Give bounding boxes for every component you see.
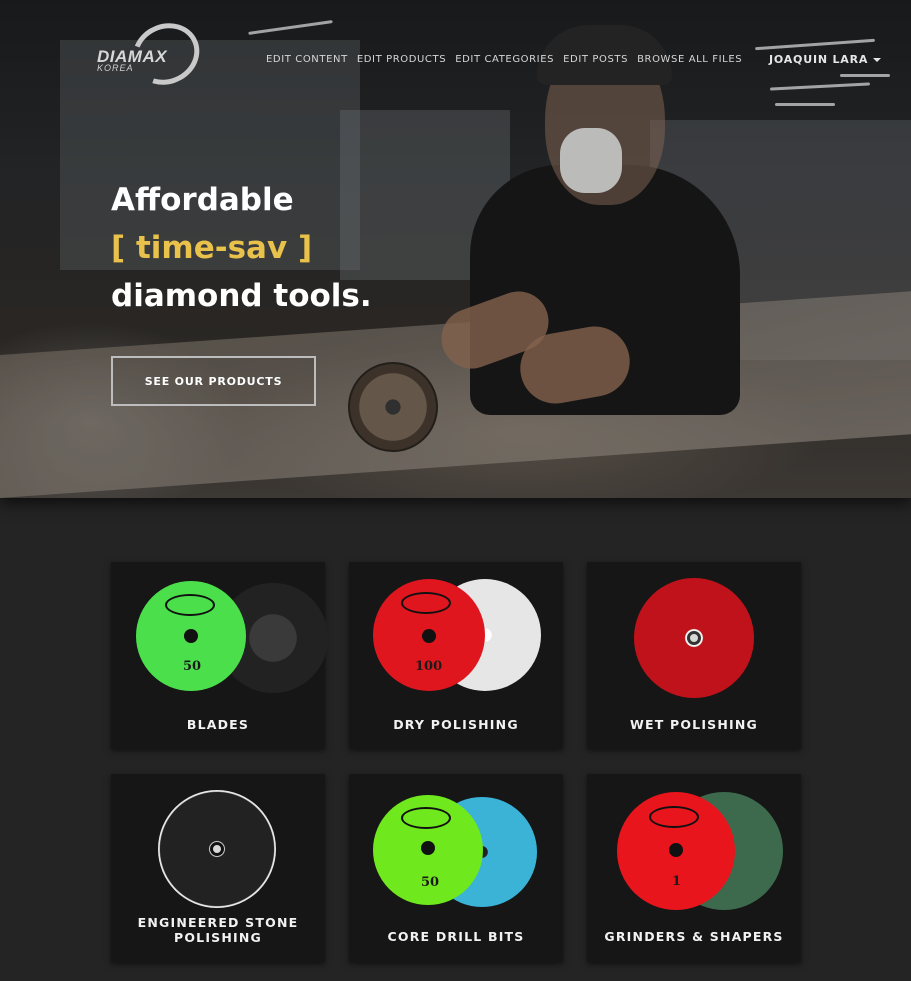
category-card-grinders-shapers[interactable]: 1 GRINDERS & SHAPERS bbox=[587, 774, 801, 962]
pad-hole-icon bbox=[421, 841, 435, 855]
category-label: GRINDERS & SHAPERS bbox=[604, 929, 784, 944]
user-name: JOAQUIN LARA bbox=[769, 53, 869, 66]
category-label: CORE DRILL BITS bbox=[387, 929, 525, 944]
category-label: ENGINEERED STONE POLISHING bbox=[111, 915, 325, 945]
brand-icon bbox=[649, 806, 699, 828]
category-card-core-drill-bits[interactable]: 50 CORE DRILL BITS bbox=[349, 774, 563, 962]
category-card-dry-polishing[interactable]: 100 DRY POLISHING bbox=[349, 562, 563, 749]
category-image: 1 bbox=[587, 788, 801, 918]
user-menu[interactable]: JOAQUIN LARA bbox=[769, 53, 882, 66]
category-card-engineered-stone-polishing[interactable]: ENGINEERED STONE POLISHING bbox=[111, 774, 325, 962]
category-image bbox=[111, 784, 325, 914]
category-label: WET POLISHING bbox=[629, 717, 759, 732]
category-image bbox=[587, 574, 801, 704]
logo-sub: KOREA bbox=[97, 63, 134, 73]
brand-icon bbox=[401, 807, 451, 829]
blade-hole-icon bbox=[210, 842, 224, 856]
brand-icon bbox=[165, 594, 215, 616]
nav-edit-content[interactable]: EDIT CONTENT bbox=[266, 54, 348, 65]
category-image: 50 bbox=[111, 576, 328, 706]
category-image: 100 bbox=[349, 576, 563, 706]
top-nav: EDIT CONTENT EDIT PRODUCTS EDIT CATEGORI… bbox=[266, 54, 751, 65]
see-our-products-button[interactable]: SEE OUR PRODUCTS bbox=[111, 356, 316, 406]
category-label: BLADES bbox=[186, 717, 250, 732]
hero-banner: DIAMAX KOREA EDIT CONTENT EDIT PRODUCTS … bbox=[0, 0, 911, 498]
category-label-line-1: ENGINEERED STONE bbox=[137, 915, 299, 930]
grit-label: 50 bbox=[421, 875, 440, 890]
blade-hole-icon bbox=[687, 631, 701, 645]
logo[interactable]: DIAMAX KOREA bbox=[97, 12, 210, 96]
category-label: DRY POLISHING bbox=[393, 717, 519, 732]
headline-line-2: [ time-sav ] bbox=[111, 230, 313, 266]
caret-down-icon bbox=[873, 58, 882, 62]
category-label-line-2: POLISHING bbox=[173, 930, 263, 945]
pad-hole-icon bbox=[184, 629, 198, 643]
category-card-wet-polishing[interactable]: WET POLISHING bbox=[587, 562, 801, 749]
brand-icon bbox=[401, 592, 451, 614]
headline-line-1: Affordable bbox=[111, 182, 294, 218]
category-image: 50 bbox=[349, 789, 563, 919]
nav-edit-posts[interactable]: EDIT POSTS bbox=[563, 54, 628, 65]
nav-browse-all-files[interactable]: BROWSE ALL FILES bbox=[637, 54, 742, 65]
pad-hole-icon bbox=[422, 629, 436, 643]
grit-label: 50 bbox=[183, 659, 202, 674]
nav-edit-products[interactable]: EDIT PRODUCTS bbox=[357, 54, 446, 65]
hero-headline: Affordable [ time-sav ] diamond tools. bbox=[111, 176, 372, 320]
grit-label: 100 bbox=[415, 659, 443, 674]
pad-hole-icon bbox=[669, 843, 683, 857]
category-card-blades[interactable]: 50 BLADES bbox=[111, 562, 328, 749]
headline-line-3: diamond tools. bbox=[111, 278, 372, 314]
grit-label: 1 bbox=[672, 874, 682, 889]
nav-edit-categories[interactable]: EDIT CATEGORIES bbox=[455, 54, 554, 65]
